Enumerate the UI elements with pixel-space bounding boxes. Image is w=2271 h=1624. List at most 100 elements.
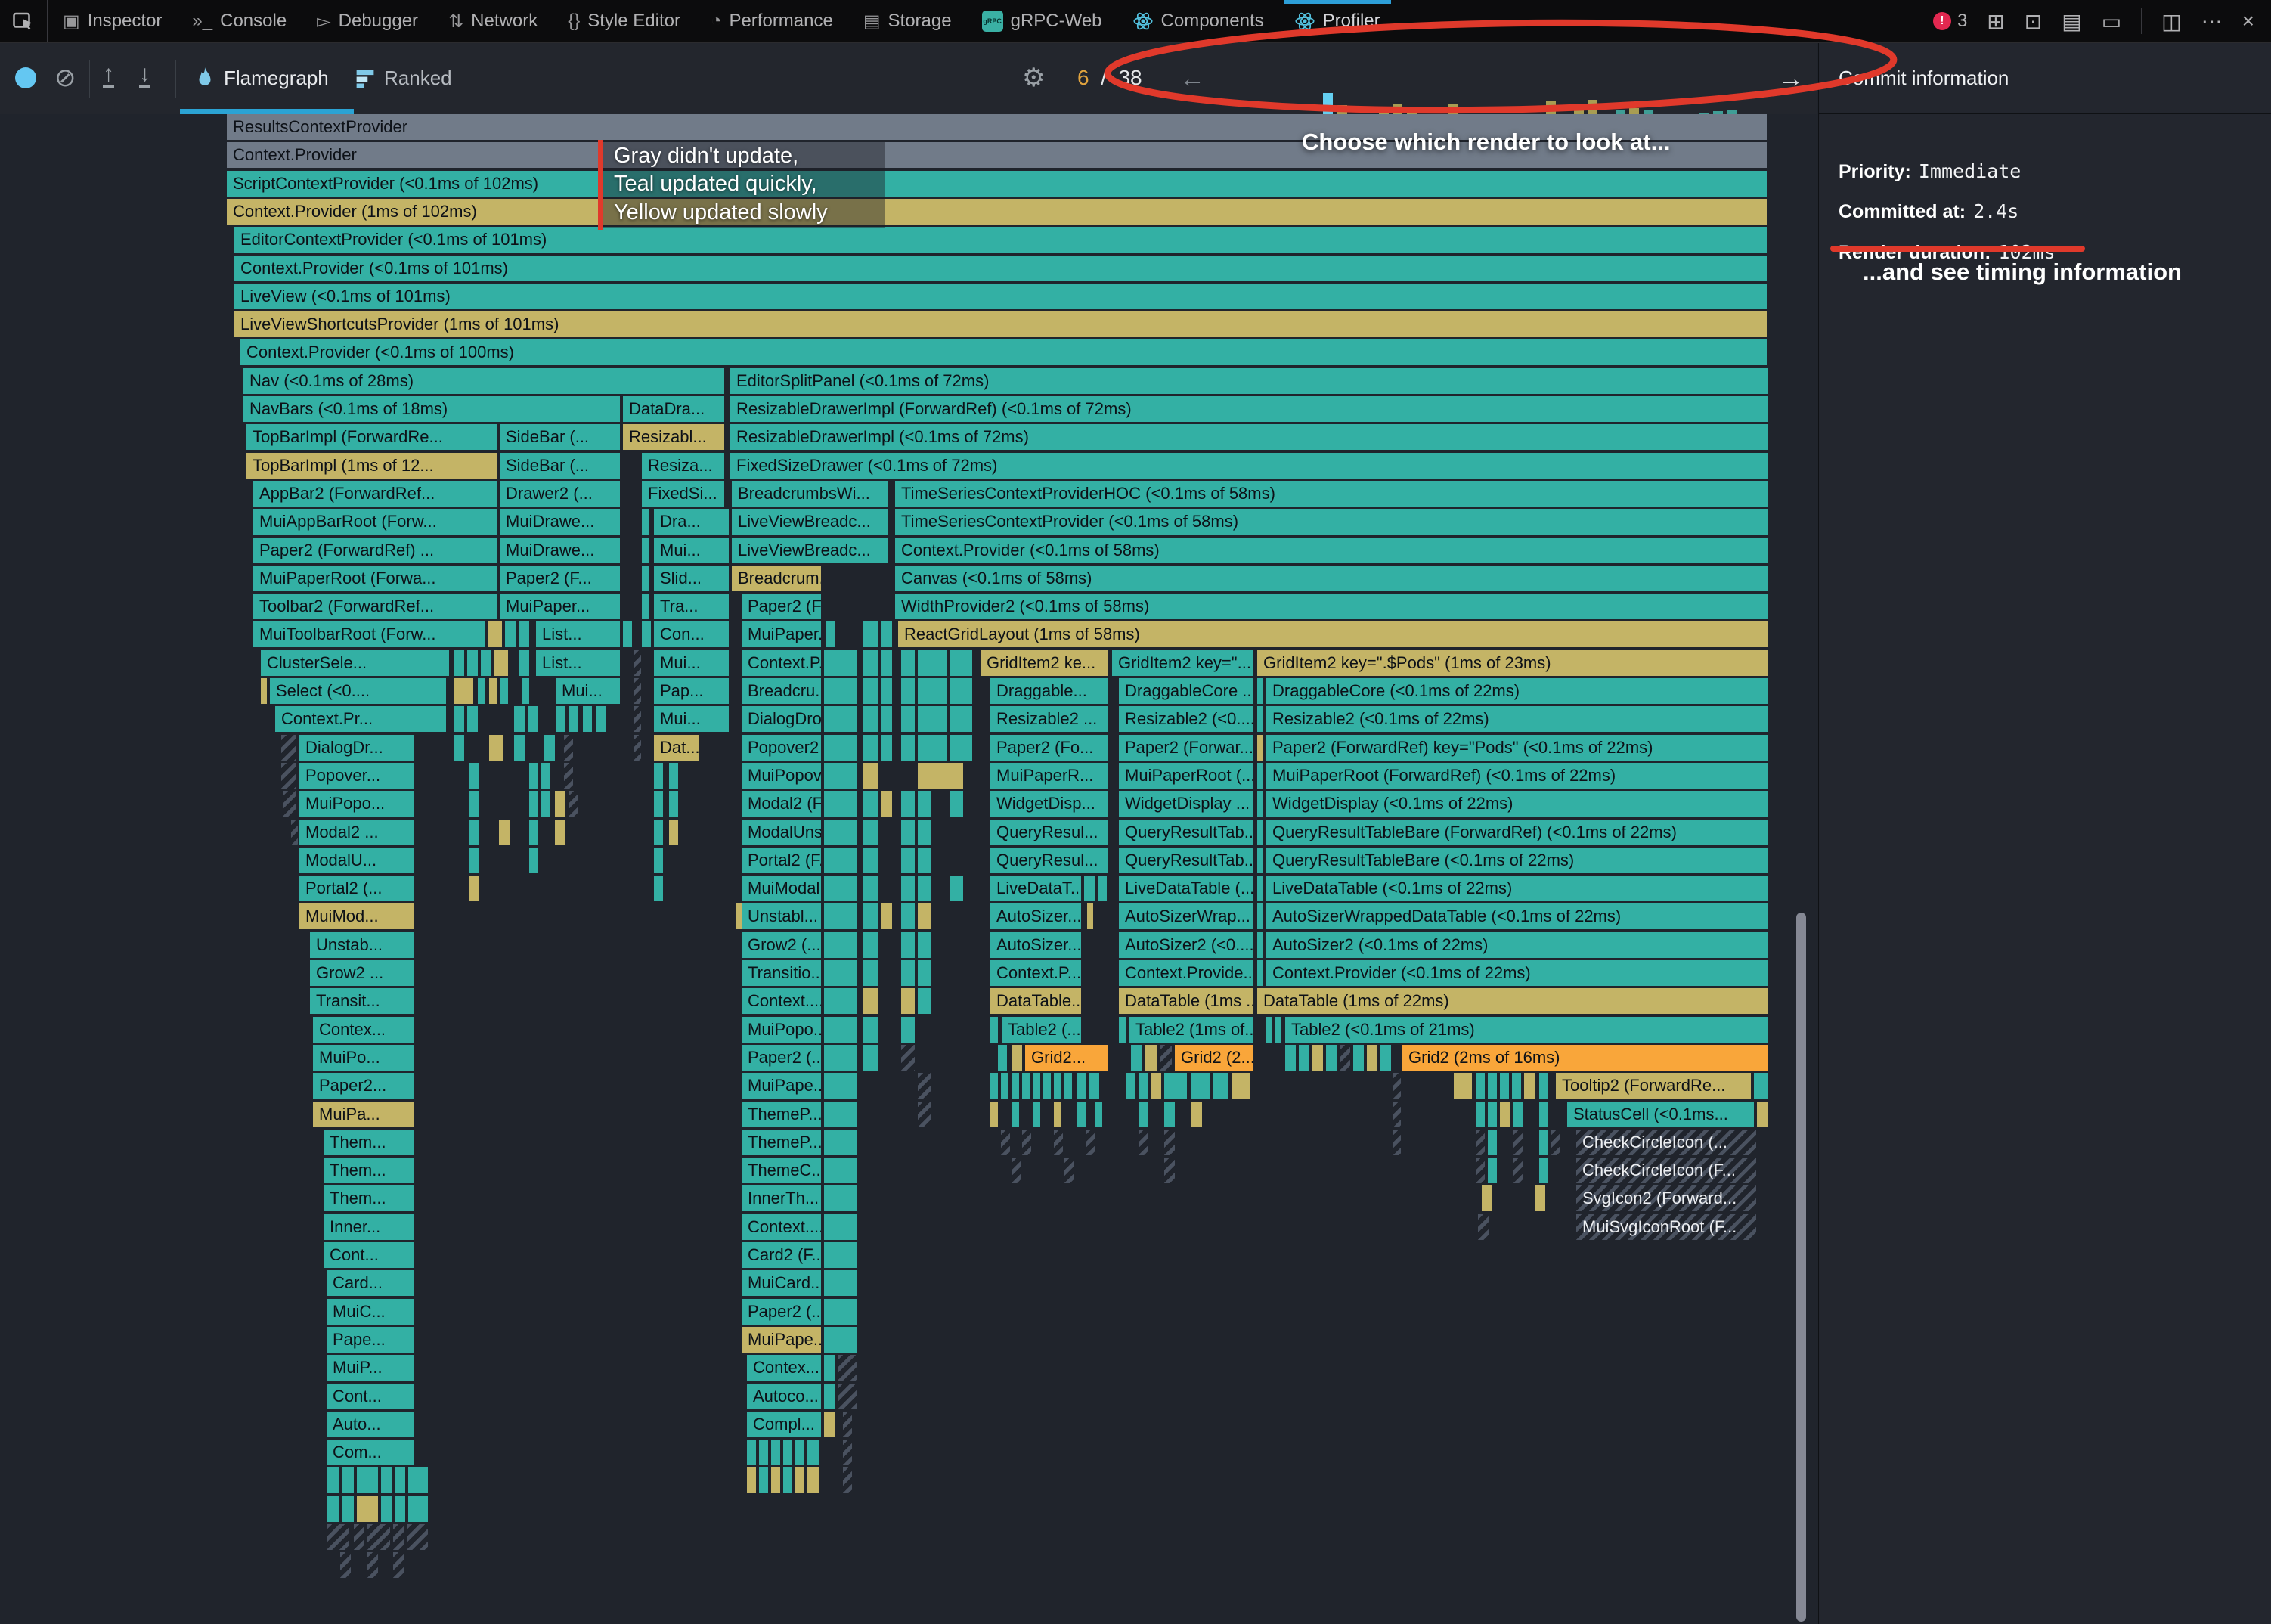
- flame-node[interactable]: Auto...: [327, 1412, 414, 1437]
- flame-node-small[interactable]: [1126, 1073, 1136, 1099]
- flame-node[interactable]: Grow2 (...: [742, 932, 821, 958]
- flame-node-small[interactable]: [564, 763, 573, 789]
- devtools-tab-style-editor[interactable]: {}Style Editor: [553, 0, 696, 42]
- flame-node-small[interactable]: [1512, 1073, 1521, 1099]
- flame-node[interactable]: MuiPopo...: [742, 1017, 821, 1043]
- flame-node-small[interactable]: [634, 706, 641, 732]
- flame-node-small[interactable]: [1089, 1073, 1099, 1099]
- flame-node-small[interactable]: [1513, 1158, 1523, 1183]
- flame-node-small[interactable]: [918, 960, 931, 986]
- pick-element-button[interactable]: [0, 0, 48, 42]
- flame-node-small[interactable]: [950, 650, 972, 676]
- flame-node-small[interactable]: [1139, 1130, 1148, 1155]
- flame-node[interactable]: MuiPaperRoot (ForwardRef) (<0.1ms of 22m…: [1266, 763, 1768, 789]
- flame-node[interactable]: DataTable...: [990, 988, 1081, 1014]
- flame-node-small[interactable]: [863, 735, 878, 761]
- flame-node[interactable]: Context.P...: [990, 960, 1081, 986]
- flame-node[interactable]: QueryResultTab...: [1119, 848, 1253, 873]
- flame-node-small[interactable]: [901, 848, 915, 873]
- flame-node[interactable]: AppBar2 (ForwardRef...: [253, 481, 497, 507]
- flame-node[interactable]: MuiC...: [327, 1299, 414, 1325]
- flame-node-small[interactable]: [1164, 1102, 1175, 1127]
- flame-node-small[interactable]: [395, 1496, 405, 1522]
- flame-node-small[interactable]: [555, 791, 565, 817]
- flame-node-small[interactable]: [1151, 1073, 1161, 1099]
- flame-node-small[interactable]: [824, 650, 857, 676]
- flame-node-small[interactable]: [489, 678, 497, 704]
- flame-node-small[interactable]: [669, 820, 678, 845]
- flame-node[interactable]: Dat...: [654, 735, 699, 761]
- flame-node-small[interactable]: [283, 791, 296, 817]
- flame-node-small[interactable]: [642, 594, 649, 619]
- flame-node-small[interactable]: [454, 735, 464, 761]
- flame-node[interactable]: MuiPo...: [313, 1045, 414, 1071]
- flame-node-small[interactable]: [863, 763, 878, 789]
- devtools-tab-network[interactable]: ⇅Network: [433, 0, 553, 42]
- flame-node-small[interactable]: [291, 820, 298, 845]
- flame-node[interactable]: ClusterSele...: [261, 650, 449, 676]
- flame-node-small[interactable]: [1131, 1045, 1142, 1071]
- flame-node-small[interactable]: [357, 1467, 378, 1493]
- flame-node[interactable]: Paper2 (ForwardRef) key="Pods" (<0.1ms o…: [1266, 735, 1768, 761]
- flame-node[interactable]: Context.Provider (<0.1ms of 58ms): [895, 538, 1768, 563]
- flame-node-small[interactable]: [824, 1158, 857, 1183]
- flame-node-small[interactable]: [342, 1467, 354, 1493]
- flame-node-small[interactable]: [541, 763, 550, 789]
- flame-node-small[interactable]: [824, 678, 857, 704]
- flame-node-small[interactable]: [642, 621, 651, 647]
- flame-node-small[interactable]: [407, 1524, 428, 1550]
- responsive-design-icon[interactable]: ⊞: [1987, 9, 2004, 34]
- flame-node-small[interactable]: [863, 960, 878, 986]
- flame-node-small[interactable]: [556, 706, 565, 732]
- flame-node-small[interactable]: [824, 1214, 857, 1240]
- flame-node[interactable]: List...: [536, 621, 620, 647]
- flame-node-small[interactable]: [454, 650, 464, 676]
- flame-node-small[interactable]: [454, 706, 464, 732]
- flame-node[interactable]: QueryResul...: [990, 848, 1108, 873]
- flame-node[interactable]: GridItem2 ke...: [981, 650, 1108, 676]
- flame-node-small[interactable]: [522, 678, 529, 704]
- flame-node-small[interactable]: [1275, 1017, 1281, 1043]
- devtools-tab-console[interactable]: »_Console: [177, 0, 302, 42]
- devtools-tab-profiler[interactable]: Profiler: [1279, 0, 1396, 42]
- flame-node[interactable]: Modal2 (F...: [742, 791, 821, 817]
- flame-node-small[interactable]: [918, 1073, 931, 1099]
- flame-node-small[interactable]: [478, 678, 485, 704]
- flame-node[interactable]: LiveViewShortcutsProvider (1ms of 101ms): [234, 311, 1767, 337]
- flame-node[interactable]: Paper2 (...: [742, 1299, 821, 1325]
- flame-node-small[interactable]: [807, 1440, 819, 1465]
- flame-node-small[interactable]: [654, 791, 663, 817]
- flame-node-small[interactable]: [1077, 1102, 1086, 1127]
- flame-node[interactable]: Compl...: [747, 1412, 821, 1437]
- flame-node-small[interactable]: [467, 650, 478, 676]
- flame-node-small[interactable]: [500, 678, 508, 704]
- flame-node[interactable]: Portal2 (...: [299, 876, 414, 901]
- flame-node-small[interactable]: [1139, 1073, 1148, 1099]
- flame-node[interactable]: LiveView (<0.1ms of 101ms): [234, 284, 1767, 309]
- flame-node[interactable]: WidgetDisplay ...: [1119, 791, 1253, 817]
- flame-node-small[interactable]: [1476, 1158, 1485, 1183]
- flame-node-small[interactable]: [771, 1440, 780, 1465]
- flame-node-small[interactable]: [771, 1467, 780, 1493]
- flame-node-small[interactable]: [1393, 1102, 1401, 1127]
- flame-node[interactable]: Context....: [742, 988, 821, 1014]
- flame-node[interactable]: MuiPopov...: [742, 763, 821, 789]
- flame-node[interactable]: ResizableDrawerImpl (ForwardRef) (<0.1ms…: [730, 396, 1768, 422]
- flame-node-small[interactable]: [327, 1467, 339, 1493]
- flame-node[interactable]: QueryResul...: [990, 820, 1108, 845]
- flame-node-small[interactable]: [881, 791, 892, 817]
- flame-node[interactable]: DraggableCore (<0.1ms of 22ms): [1266, 678, 1768, 704]
- flame-node-small[interactable]: [514, 706, 525, 732]
- flame-node-small[interactable]: [824, 763, 857, 789]
- clear-profile-button[interactable]: ⊘: [54, 63, 76, 93]
- flame-node-small[interactable]: [1064, 1158, 1074, 1183]
- flame-node[interactable]: Them...: [324, 1158, 414, 1183]
- flame-node-small[interactable]: [654, 848, 663, 873]
- flame-node-small[interactable]: [408, 1467, 428, 1493]
- flame-node-small[interactable]: [1164, 1158, 1175, 1183]
- flame-node-small[interactable]: [901, 903, 915, 929]
- flame-node-small[interactable]: [1087, 903, 1093, 929]
- flame-node-small[interactable]: [901, 791, 915, 817]
- flame-node[interactable]: Popover2 ...: [742, 735, 821, 761]
- devtools-tab-inspector[interactable]: ▣Inspector: [48, 0, 177, 42]
